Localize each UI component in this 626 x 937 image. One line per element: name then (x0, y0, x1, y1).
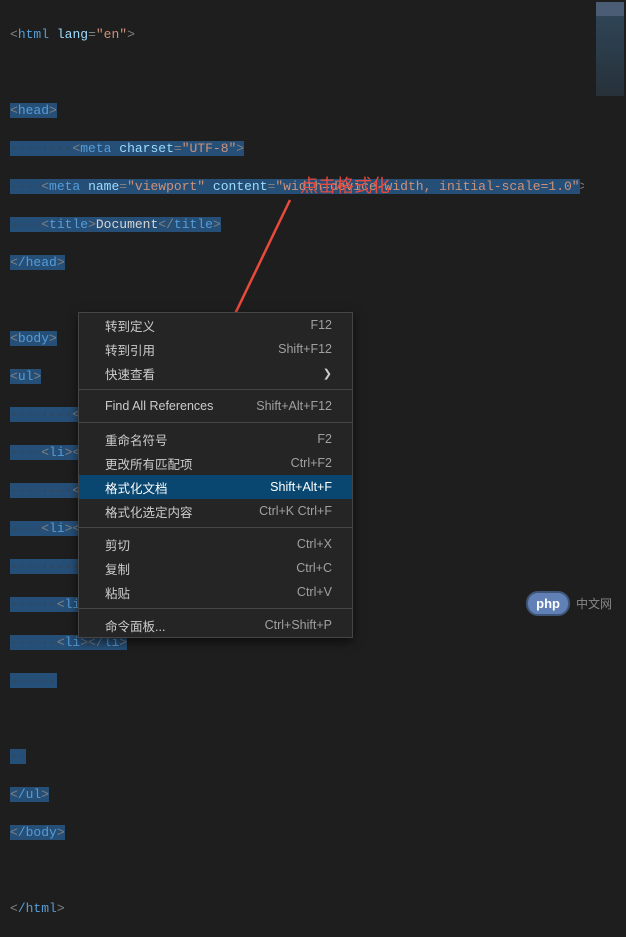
context-menu: 转到定义F12 转到引用Shift+F12 快速查看❯ Find All Ref… (78, 312, 353, 638)
minimap-viewport (596, 2, 624, 16)
menu-goto-definition[interactable]: 转到定义F12 (79, 313, 352, 337)
menu-paste[interactable]: 粘贴Ctrl+V (79, 580, 352, 604)
menu-separator (79, 389, 352, 390)
watermark: php 中文网 (526, 591, 612, 616)
menu-copy[interactable]: 复制Ctrl+C (79, 556, 352, 580)
watermark-text: 中文网 (576, 595, 612, 612)
menu-format-document[interactable]: 格式化文档Shift+Alt+F (79, 475, 352, 499)
menu-format-selection[interactable]: 格式化选定内容Ctrl+K Ctrl+F (79, 499, 352, 523)
menu-cut[interactable]: 剪切Ctrl+X (79, 532, 352, 556)
menu-find-all-references[interactable]: Find All ReferencesShift+Alt+F12 (79, 394, 352, 418)
menu-quick-look[interactable]: 快速查看❯ (79, 361, 352, 385)
chevron-right-icon: ❯ (323, 367, 332, 380)
menu-change-all-matches[interactable]: 更改所有匹配项Ctrl+F2 (79, 451, 352, 475)
minimap-content (596, 16, 624, 96)
menu-separator (79, 527, 352, 528)
php-badge-icon: php (526, 591, 570, 616)
menu-separator (79, 608, 352, 609)
annotation-label: 点击格式化 (300, 172, 390, 198)
menu-separator (79, 422, 352, 423)
minimap[interactable] (584, 0, 626, 630)
menu-command-palette[interactable]: 命令面板...Ctrl+Shift+P (79, 613, 352, 637)
menu-goto-reference[interactable]: 转到引用Shift+F12 (79, 337, 352, 361)
menu-rename-symbol[interactable]: 重命名符号F2 (79, 427, 352, 451)
